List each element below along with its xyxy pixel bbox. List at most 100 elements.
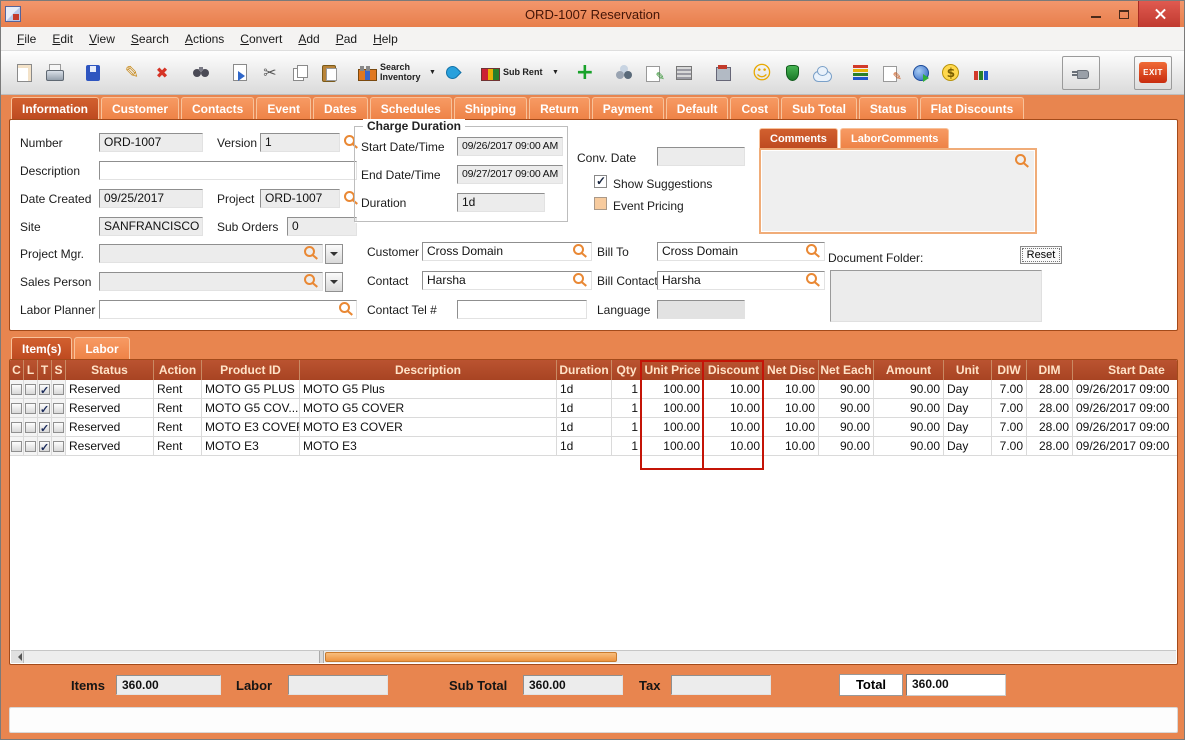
- paste-button[interactable]: [315, 56, 345, 90]
- save-button[interactable]: [78, 56, 108, 90]
- pad-button[interactable]: [669, 56, 699, 90]
- sales-person-search-icon[interactable]: [304, 274, 315, 285]
- labor-planner-search-icon[interactable]: [339, 302, 350, 313]
- note-edit-button[interactable]: [639, 56, 669, 90]
- search-inventory-button[interactable]: Search Inventory▼: [354, 56, 438, 90]
- duration-field[interactable]: 1d: [457, 193, 545, 212]
- exit-button[interactable]: EXIT: [1134, 56, 1172, 90]
- column-header-qty[interactable]: Qty: [612, 360, 642, 380]
- bill-contact-field[interactable]: Harsha: [657, 271, 825, 290]
- description-field[interactable]: [99, 161, 357, 180]
- cell-c[interactable]: [10, 380, 24, 399]
- s-checkbox[interactable]: [53, 422, 64, 433]
- show-suggestions-checkbox[interactable]: [594, 175, 607, 188]
- badge-button[interactable]: [777, 56, 807, 90]
- s-checkbox[interactable]: [53, 403, 64, 414]
- tab-shipping[interactable]: Shipping: [454, 97, 527, 119]
- tab-customer[interactable]: Customer: [101, 97, 179, 119]
- tab-default[interactable]: Default: [666, 97, 729, 119]
- bill-contact-search-icon[interactable]: [806, 273, 817, 284]
- c-checkbox[interactable]: [11, 422, 22, 433]
- cell-t[interactable]: [38, 380, 52, 399]
- project-mgr-search-icon[interactable]: [304, 246, 315, 257]
- cell-t[interactable]: [38, 399, 52, 418]
- menu-item-add[interactable]: Add: [290, 27, 327, 51]
- tab-cost[interactable]: Cost: [730, 97, 779, 119]
- menu-item-view[interactable]: View: [81, 27, 123, 51]
- comments-search-icon[interactable]: [1015, 154, 1026, 165]
- edit-button[interactable]: [117, 56, 147, 90]
- transfer-button[interactable]: [225, 56, 255, 90]
- cell-l[interactable]: [24, 437, 38, 456]
- tab-status[interactable]: Status: [859, 97, 918, 119]
- ink-drop-button[interactable]: [438, 56, 468, 90]
- l-checkbox[interactable]: [25, 384, 36, 395]
- new-document-button[interactable]: [9, 56, 39, 90]
- smiley-button[interactable]: [747, 56, 777, 90]
- contact-tel-field[interactable]: [457, 300, 587, 319]
- column-header-dim[interactable]: DIM: [1027, 360, 1073, 380]
- sales-person-field[interactable]: [99, 272, 323, 291]
- group-items-button[interactable]: [609, 56, 639, 90]
- end-datetime-field[interactable]: 09/27/2017 09:00 AM: [457, 165, 563, 184]
- t-checkbox[interactable]: [39, 441, 50, 452]
- scrollbar-thumb[interactable]: [325, 652, 617, 662]
- tab-event[interactable]: Event: [256, 97, 311, 119]
- cell-l[interactable]: [24, 399, 38, 418]
- sales-person-dropdown-button[interactable]: [325, 272, 343, 292]
- tab-contacts[interactable]: Contacts: [181, 97, 254, 119]
- cell-l[interactable]: [24, 380, 38, 399]
- menu-item-convert[interactable]: Convert: [232, 27, 290, 51]
- contact-search-icon[interactable]: [573, 273, 584, 284]
- l-checkbox[interactable]: [25, 403, 36, 414]
- print-button[interactable]: [39, 56, 69, 90]
- labor-planner-field[interactable]: [99, 300, 357, 319]
- customer-search-icon[interactable]: [573, 244, 584, 255]
- table-row[interactable]: ReservedRentMOTO E3 COVERMOTO E3 COVER1d…: [10, 418, 1178, 437]
- menu-item-help[interactable]: Help: [365, 27, 406, 51]
- column-header-amount[interactable]: Amount: [874, 360, 944, 380]
- t-checkbox[interactable]: [39, 384, 50, 395]
- chart-button[interactable]: [966, 56, 996, 90]
- column-header-start_date[interactable]: Start Date: [1073, 360, 1178, 380]
- cloud-button[interactable]: [807, 56, 837, 90]
- menu-item-file[interactable]: File: [9, 27, 44, 51]
- c-checkbox[interactable]: [11, 384, 22, 395]
- cell-c[interactable]: [10, 437, 24, 456]
- contact-field[interactable]: Harsha: [422, 271, 592, 290]
- reset-button[interactable]: Reset: [1020, 246, 1062, 264]
- conv-date-field[interactable]: [657, 147, 745, 166]
- plug-button[interactable]: [1062, 56, 1100, 90]
- table-row[interactable]: ReservedRentMOTO G5 PLUSMOTO G5 Plus1d11…: [10, 380, 1178, 399]
- project-mgr-dropdown-button[interactable]: [325, 244, 343, 264]
- menu-item-pad[interactable]: Pad: [328, 27, 365, 51]
- cell-s[interactable]: [52, 380, 66, 399]
- project-field[interactable]: ORD-1007: [260, 189, 340, 208]
- tab-payment[interactable]: Payment: [592, 97, 664, 119]
- horizontal-scrollbar[interactable]: [11, 650, 1176, 663]
- column-header-discount[interactable]: Discount: [704, 360, 764, 380]
- column-header-t[interactable]: T: [38, 360, 52, 380]
- building-button[interactable]: [708, 56, 738, 90]
- delete-button[interactable]: [147, 56, 177, 90]
- cell-l[interactable]: [24, 418, 38, 437]
- site-field[interactable]: SANFRANCISCO: [99, 217, 203, 236]
- tab-dates[interactable]: Dates: [313, 97, 368, 119]
- menu-item-search[interactable]: Search: [123, 27, 177, 51]
- table-row[interactable]: ReservedRentMOTO E3MOTO E31d1100.0010.00…: [10, 437, 1178, 456]
- add-button[interactable]: [570, 56, 600, 90]
- version-field[interactable]: 1: [260, 133, 340, 152]
- tab-laborcomments[interactable]: LaborComments: [840, 128, 949, 148]
- column-header-action[interactable]: Action: [154, 360, 202, 380]
- cut-button[interactable]: [255, 56, 285, 90]
- l-checkbox[interactable]: [25, 441, 36, 452]
- dollar-button[interactable]: [936, 56, 966, 90]
- column-header-status[interactable]: Status: [66, 360, 154, 380]
- bill-to-search-icon[interactable]: [806, 244, 817, 255]
- c-checkbox[interactable]: [11, 441, 22, 452]
- s-checkbox[interactable]: [53, 384, 64, 395]
- start-datetime-field[interactable]: 09/26/2017 09:00 AM: [457, 137, 563, 156]
- cell-s[interactable]: [52, 437, 66, 456]
- sub-rent-button[interactable]: Sub Rent▼: [477, 56, 561, 90]
- cell-c[interactable]: [10, 418, 24, 437]
